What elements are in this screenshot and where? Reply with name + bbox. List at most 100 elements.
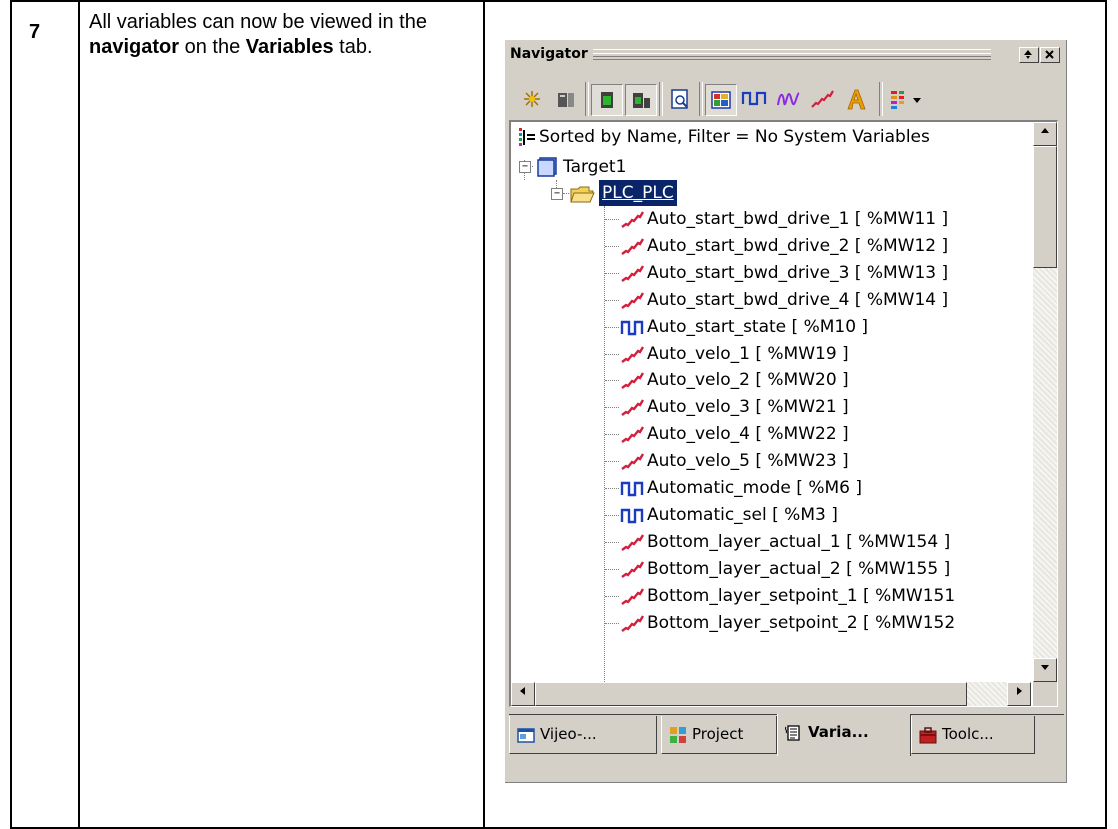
variable-row[interactable]: Bottom_layer_setpoint_2 [ %MW152 [511,610,1031,636]
minimize-button[interactable] [1019,47,1039,63]
tab-project[interactable]: Project [661,716,777,754]
digital-signal-tool-button[interactable] [739,84,771,116]
tree-folder-label: PLC_PLC [598,179,678,207]
variable-row[interactable]: Automatic_mode [ %M6 ] [511,475,1031,501]
down-arrow-icon [1041,665,1049,670]
instruction-text: All variables can now be viewed in the n… [80,2,483,60]
analog-signal-icon [621,453,645,470]
wave-tool-button[interactable] [773,84,805,116]
variables-tree-panel: Sorted by Name, Filter = No System Varia… [509,120,1058,707]
table-view-tool-button[interactable] [705,84,737,116]
variable-row[interactable]: Auto_start_bwd_drive_2 [ %MW12 ] [511,233,1031,259]
navigator-titlebar[interactable]: Navigator [505,40,1066,68]
table-view-icon [711,91,731,109]
tree-folder-row[interactable]: − PLC_PLC [511,179,811,207]
collapse-icon[interactable]: − [519,161,531,173]
tab-label: Project [692,725,744,743]
variable-label: Automatic_mode [ %M6 ] [647,478,863,498]
variable-label: Auto_velo_3 [ %MW21 ] [647,397,849,417]
digital-signal-icon [620,481,644,497]
instruction-text-part: All variables can now be viewed in the [89,11,427,33]
digital-signal-icon [741,91,767,106]
sparkle-tool-button[interactable] [517,84,549,116]
wave-icon [777,92,800,106]
variable-label: Bottom_layer_setpoint_1 [ %MW151 [647,586,956,606]
find-tool-button[interactable] [665,84,697,116]
green-panel-icon [601,92,613,108]
variable-row[interactable]: Auto_velo_1 [ %MW19 ] [511,341,1031,367]
variable-row[interactable]: Auto_velo_5 [ %MW23 ] [511,448,1031,474]
tab-variables[interactable]: Varia... [777,714,911,756]
panels-tool-button[interactable] [625,84,657,116]
variables-tree[interactable]: Sorted by Name, Filter = No System Varia… [511,122,1031,682]
tree-target-label: Target1 [563,157,627,177]
title-grip [593,49,991,60]
variable-row[interactable]: Auto_velo_4 [ %MW22 ] [511,421,1031,447]
toolchest-icon [919,726,937,743]
vertical-scrollbar[interactable] [1033,122,1057,682]
digital-signal-icon [620,320,644,336]
analog-signal-icon [621,238,645,255]
up-arrow-icon [1041,128,1049,133]
sort-filter-icon [891,91,921,109]
vertical-scroll-thumb[interactable] [1033,146,1057,268]
variable-row[interactable]: Auto_start_state [ %M10 ] [511,314,1031,340]
variable-label: Auto_start_bwd_drive_4 [ %MW14 ] [647,290,949,310]
digital-signal-icon [620,508,644,524]
variable-row[interactable]: Auto_start_bwd_drive_1 [ %MW11 ] [511,206,1031,232]
variable-label: Auto_start_state [ %M10 ] [647,317,869,337]
step-number: 7 [29,21,41,43]
variable-row[interactable]: Auto_start_bwd_drive_4 [ %MW14 ] [511,287,1031,313]
collapse-icon[interactable]: − [551,188,563,200]
left-arrow-icon [520,687,525,695]
scroll-corner [1033,682,1057,706]
tab-toolchest[interactable]: Toolc... [911,716,1035,754]
text-tool-button[interactable] [841,84,873,116]
green-panel-tool-button[interactable] [591,84,623,116]
sort-filter-icon [519,128,535,146]
horizontal-scroll-thumb[interactable] [535,682,967,706]
variable-row[interactable]: Auto_velo_3 [ %MW21 ] [511,394,1031,420]
variable-label: Auto_start_bwd_drive_1 [ %MW11 ] [647,209,949,229]
instruction-bold-navigator: navigator [89,36,180,58]
variable-row[interactable]: Auto_start_bwd_drive_3 [ %MW13 ] [511,260,1031,286]
window-icon [517,727,535,743]
variable-row[interactable]: Bottom_layer_setpoint_1 [ %MW151 [511,583,1031,609]
close-icon [1045,50,1054,59]
analog-signal-icon [811,90,834,108]
sort-filter-tool-button[interactable] [885,84,929,116]
right-arrow-icon [1017,687,1022,695]
scroll-right-button[interactable] [1007,682,1031,706]
navigator-tabs: Vijeo-... Project Varia... Toolc... [509,714,1064,758]
tab-vijeo[interactable]: Vijeo-... [509,716,657,754]
scroll-down-button[interactable] [1033,658,1057,682]
analog-signal-icon [621,265,645,282]
step-cell: 7 [10,0,80,829]
variable-row[interactable]: Auto_velo_2 [ %MW20 ] [511,367,1031,393]
variable-row[interactable]: Automatic_sel [ %M3 ] [511,502,1031,528]
text-icon [847,89,866,110]
tab-label: Varia... [808,723,869,741]
tree-target-row[interactable]: − Target1 [511,154,811,180]
device-icon [558,93,574,107]
device-tool-button[interactable] [551,84,583,116]
variable-label: Auto_velo_5 [ %MW23 ] [647,451,849,471]
scroll-up-button[interactable] [1033,122,1057,146]
variable-label: Bottom_layer_actual_1 [ %MW154 ] [647,532,951,552]
project-icon [670,726,686,743]
variable-label: Auto_start_bwd_drive_2 [ %MW12 ] [647,236,949,256]
analog-signal-icon [621,588,645,605]
sparkle-icon [524,91,540,107]
variable-row[interactable]: Bottom_layer_actual_2 [ %MW155 ] [511,556,1031,582]
instruction-bold-variables: Variables [245,36,334,58]
analog-signal-icon [621,615,645,632]
tree-header-label: Sorted by Name, Filter = No System Varia… [539,127,930,147]
variable-label: Auto_velo_4 [ %MW22 ] [647,424,849,444]
close-button[interactable] [1040,47,1060,63]
scroll-left-button[interactable] [511,682,535,706]
variable-row[interactable]: Bottom_layer_actual_1 [ %MW154 ] [511,529,1031,555]
analog-signal-icon [621,534,645,551]
analog-signal-tool-button[interactable] [807,84,839,116]
horizontal-scrollbar[interactable] [511,682,1031,706]
variable-label: Auto_velo_1 [ %MW19 ] [647,344,849,364]
